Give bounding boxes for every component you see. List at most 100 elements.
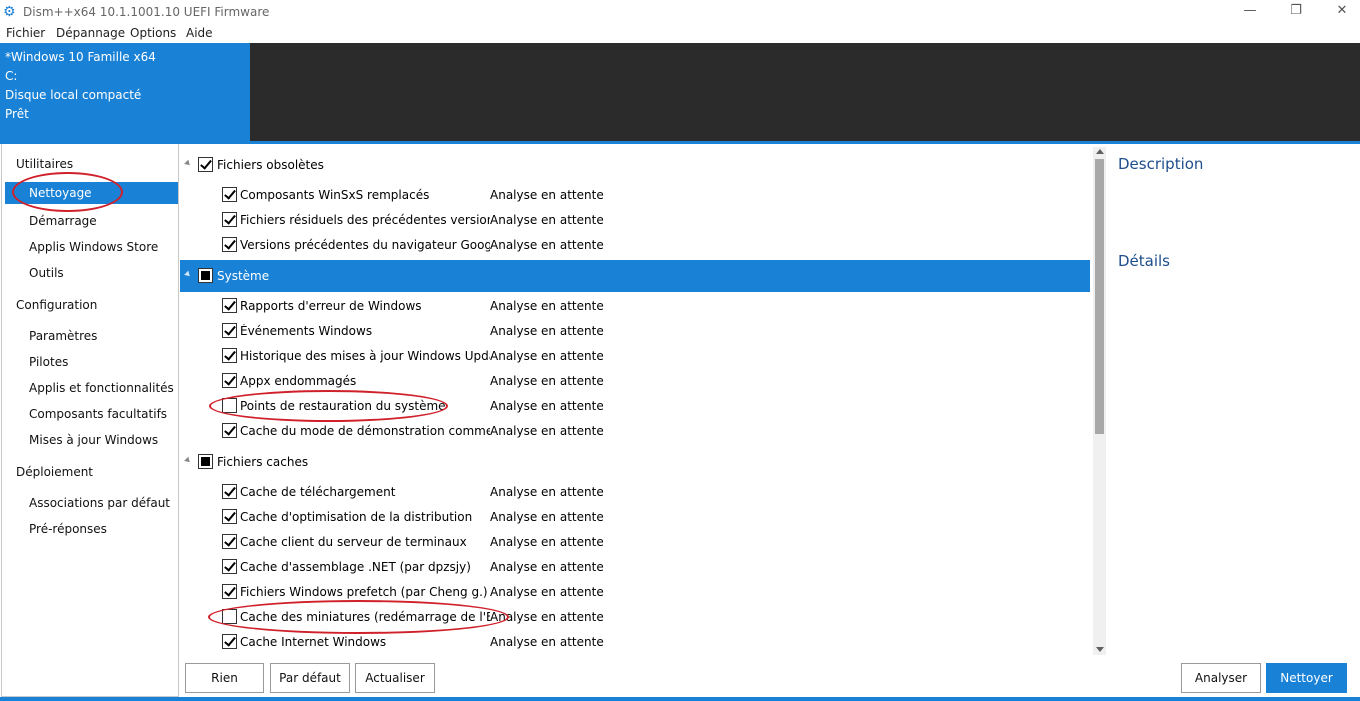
menu-aide[interactable]: Aide (186, 26, 213, 40)
title-bar: ⚙ Dism++x64 10.1.1001.10 UEFI Firmware —… (0, 0, 1360, 24)
list-item[interactable]: Cache client du serveur de terminaux Ana… (180, 529, 1090, 554)
sidebar-item-pre-reponses[interactable]: Pré-réponses (29, 522, 107, 536)
sidebar-item-nettoyage[interactable]: Nettoyage (5, 182, 178, 204)
item-checkbox[interactable] (222, 323, 237, 338)
group-checkbox[interactable] (198, 268, 213, 283)
item-checkbox[interactable] (222, 559, 237, 574)
list-item[interactable]: Composants WinSxS remplacés Analyse en a… (180, 182, 1090, 207)
sidebar-group-deploiement: Déploiement (16, 465, 94, 479)
item-status: Analyse en attente (490, 635, 604, 649)
item-checkbox[interactable] (222, 348, 237, 363)
group-row-systeme[interactable]: Système (180, 260, 1090, 292)
group-label: Fichiers obsolètes (217, 158, 324, 172)
item-label: Rapports d'erreur de Windows (240, 299, 422, 313)
nettoyer-button[interactable]: Nettoyer (1266, 663, 1347, 693)
item-label: Événements Windows (240, 324, 373, 338)
item-checkbox[interactable] (222, 187, 237, 202)
item-label: Composants WinSxS remplacés (240, 188, 430, 202)
list-item[interactable]: Fichiers Windows prefetch (par Cheng g.)… (180, 579, 1090, 604)
scroll-thumb[interactable] (1095, 159, 1104, 434)
item-checkbox[interactable] (222, 609, 237, 624)
image-volume: Disque local compacté (5, 88, 142, 102)
list-item[interactable]: Cache des miniatures (redémarrage de l'E… (180, 604, 1090, 629)
scroll-down-icon[interactable] (1096, 647, 1104, 652)
item-status: Analyse en attente (490, 510, 604, 524)
sidebar-item-demarrage[interactable]: Démarrage (29, 214, 97, 228)
menu-fichier[interactable]: Fichier (6, 26, 45, 40)
item-label: Appx endommagés (240, 374, 357, 388)
menu-options[interactable]: Options (130, 26, 176, 40)
item-checkbox[interactable] (222, 237, 237, 252)
item-status: Analyse en attente (490, 213, 604, 227)
sidebar-item-parametres[interactable]: Paramètres (29, 329, 97, 343)
gear-icon: ⚙ (3, 4, 16, 20)
group-checkbox[interactable] (198, 157, 213, 172)
header-area (250, 43, 1360, 141)
minimize-button[interactable]: — (1227, 0, 1273, 24)
sidebar-item-applis-fonctionnalites[interactable]: Applis et fonctionnalités (29, 381, 174, 395)
maximize-button[interactable]: ❐ (1273, 0, 1319, 24)
list-item[interactable]: Appx endommagés Analyse en attente (180, 368, 1090, 393)
item-checkbox[interactable] (222, 212, 237, 227)
sidebar-item-pilotes[interactable]: Pilotes (29, 355, 68, 369)
collapse-arrow-icon[interactable] (184, 159, 192, 168)
item-checkbox[interactable] (222, 509, 237, 524)
analyser-button[interactable]: Analyser (1181, 663, 1261, 693)
list-item[interactable]: Cache de téléchargement Analyse en atten… (180, 479, 1090, 504)
sidebar: Utilitaires Nettoyage Démarrage Applis W… (1, 144, 179, 697)
close-button[interactable]: ✕ (1319, 0, 1360, 24)
group-checkbox[interactable] (198, 454, 213, 469)
item-checkbox[interactable] (222, 373, 237, 388)
list-item[interactable]: Versions précédentes du navigateur Googl… (180, 232, 1090, 257)
scroll-up-icon[interactable] (1096, 149, 1104, 154)
group-row-fichiers-caches[interactable]: Fichiers caches (180, 449, 1090, 474)
group-row-fichiers-obsoletes[interactable]: Fichiers obsolètes (180, 152, 1090, 177)
item-label: Fichiers résiduels des précédentes versi… (240, 213, 490, 227)
item-checkbox[interactable] (222, 423, 237, 438)
collapse-arrow-icon[interactable] (184, 456, 192, 465)
details-title: Détails (1118, 252, 1171, 270)
list-item[interactable]: Cache du mode de démonstration commercia… (180, 418, 1090, 443)
list-item[interactable]: Cache d'optimisation de la distribution … (180, 504, 1090, 529)
item-label: Cache d'optimisation de la distribution (240, 510, 473, 524)
item-label: Versions précédentes du navigateur Googl… (240, 238, 490, 252)
item-checkbox[interactable] (222, 584, 237, 599)
list-scrollbar[interactable] (1093, 147, 1106, 655)
sidebar-item-mises-a-jour[interactable]: Mises à jour Windows (29, 433, 158, 447)
group-label: Système (217, 269, 270, 283)
list-item[interactable]: Points de restauration du système Analys… (180, 393, 1090, 418)
item-checkbox[interactable] (222, 534, 237, 549)
item-checkbox[interactable] (222, 398, 237, 413)
item-checkbox[interactable] (222, 634, 237, 649)
list-item[interactable]: Événements Windows Analyse en attente (180, 318, 1090, 343)
sidebar-group-utilitaires: Utilitaires (16, 157, 74, 171)
item-checkbox[interactable] (222, 484, 237, 499)
description-title: Description (1118, 155, 1204, 173)
item-status: Analyse en attente (490, 610, 604, 624)
image-info-panel[interactable]: *Windows 10 Famille x64 C: Disque local … (0, 43, 250, 141)
list-item[interactable]: Cache Internet Windows Analyse en attent… (180, 629, 1090, 654)
list-item[interactable]: Cache d'assemblage .NET (par dpzsjy) Ana… (180, 554, 1090, 579)
sidebar-item-associations[interactable]: Associations par défaut (29, 496, 170, 510)
menu-bar: Fichier Dépannage Options Aide (0, 24, 1360, 43)
actualiser-button[interactable]: Actualiser (355, 663, 435, 693)
item-status: Analyse en attente (490, 238, 604, 252)
rien-button[interactable]: Rien (185, 663, 264, 693)
list-item[interactable]: Rapports d'erreur de Windows Analyse en … (180, 293, 1090, 318)
sidebar-item-outils[interactable]: Outils (29, 266, 64, 280)
item-label: Cache client du serveur de terminaux (240, 535, 467, 549)
sidebar-item-applis-store[interactable]: Applis Windows Store (29, 240, 158, 254)
window-title: Dism++x64 10.1.1001.10 UEFI Firmware (23, 5, 270, 19)
info-panel: Description Détails (1107, 144, 1360, 655)
item-status: Analyse en attente (490, 374, 604, 388)
list-item[interactable]: Fichiers résiduels des précédentes versi… (180, 207, 1090, 232)
menu-depannage[interactable]: Dépannage (56, 26, 125, 40)
item-status: Analyse en attente (490, 485, 604, 499)
list-item[interactable]: Historique des mises à jour Windows Upda… (180, 343, 1090, 368)
item-label: Cache d'assemblage .NET (par dpzsjy) (240, 560, 471, 574)
collapse-arrow-icon[interactable] (184, 270, 192, 279)
item-status: Analyse en attente (490, 399, 604, 413)
item-checkbox[interactable] (222, 298, 237, 313)
par-defaut-button[interactable]: Par défaut (270, 663, 350, 693)
sidebar-item-composants-facultatifs[interactable]: Composants facultatifs (29, 407, 167, 421)
